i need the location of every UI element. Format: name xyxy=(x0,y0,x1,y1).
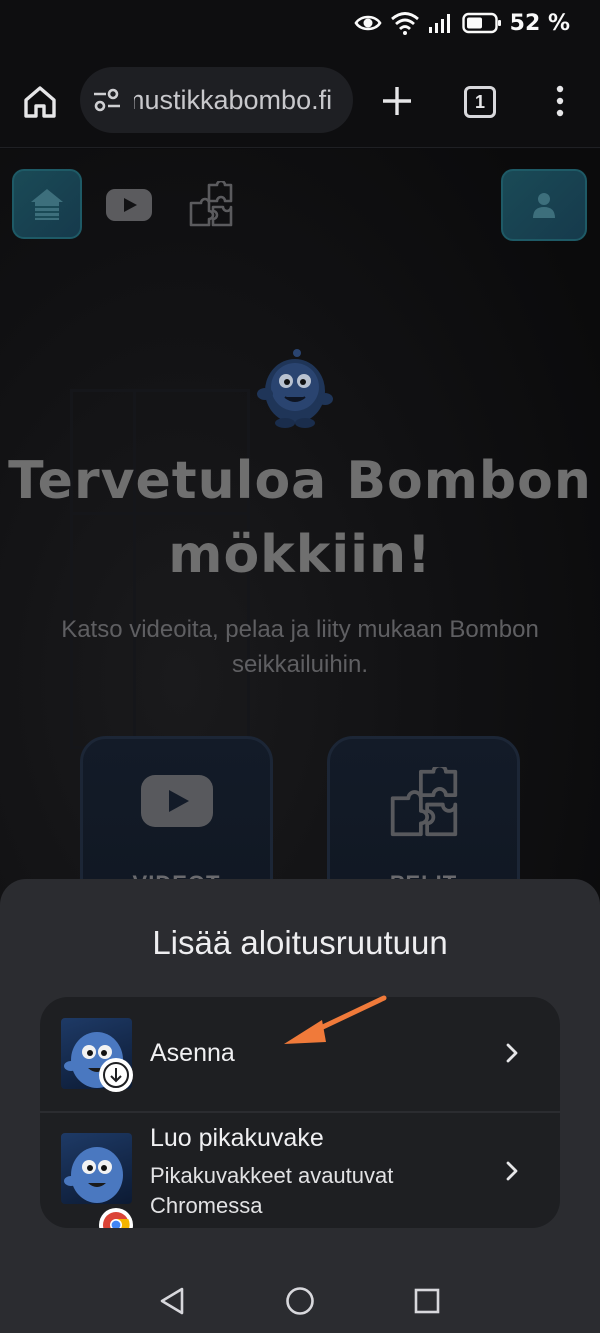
hero-subtitle-line2: seikkailuihin. xyxy=(231,651,369,678)
url-text: mustikkabombo.fi xyxy=(134,85,333,115)
eye-icon xyxy=(354,15,382,31)
nav-user-button[interactable] xyxy=(501,169,587,241)
annotation-arrow xyxy=(284,995,387,1044)
home-circle-icon[interactable] xyxy=(285,1286,315,1316)
create-shortcut-subtitle: Pikakuvakkeet avautuvat Chromessa xyxy=(150,1161,450,1221)
create-shortcut-option[interactable]: Luo pikakuvake Pikakuvakkeet avautuvat C… xyxy=(40,1113,560,1228)
video-icon xyxy=(140,775,213,827)
tune-icon[interactable] xyxy=(92,86,122,114)
signal-icon xyxy=(428,14,450,33)
status-bar: 52 % xyxy=(0,0,600,46)
address-bar[interactable]: mustikkabombo.fi xyxy=(80,67,353,133)
create-shortcut-subtitle-line1: Pikakuvakkeet avautuvat xyxy=(150,1163,394,1188)
app-icon xyxy=(61,1133,132,1204)
recents-icon[interactable] xyxy=(414,1288,440,1314)
chrome-icon xyxy=(103,1212,130,1228)
sheet-title: Lisää aloitusruutuun xyxy=(152,924,448,961)
battery-percentage: 52 % xyxy=(509,10,570,36)
status-icons: 52 % xyxy=(354,8,570,38)
video-icon[interactable] xyxy=(106,189,152,221)
create-shortcut-subtitle-line2: Chromessa xyxy=(150,1193,263,1218)
tabs-count: 1 xyxy=(474,91,485,112)
home-icon[interactable] xyxy=(20,82,60,122)
create-shortcut-title: Luo pikakuvake xyxy=(150,1124,324,1152)
browser-toolbar: mustikkabombo.fi 1 xyxy=(0,46,600,148)
plus-icon[interactable] xyxy=(380,84,414,118)
chevron-right-icon xyxy=(506,1161,518,1181)
mascot-thumb-icon xyxy=(64,1147,123,1203)
hero-title: Tervetuloa Bombon mökkiin! xyxy=(0,444,600,592)
hero-subtitle: Katso videoita, pelaa ja liity mukaan Bo… xyxy=(20,612,580,682)
puzzle-icon[interactable] xyxy=(187,181,235,229)
tabs-button[interactable]: 1 xyxy=(464,86,496,118)
puzzle-icon xyxy=(390,767,457,837)
url-text-container: mustikkabombo.fi xyxy=(134,67,353,133)
wifi-icon xyxy=(390,12,419,35)
hero-title-line1: Tervetuloa Bombon xyxy=(8,451,592,511)
mascot-bombo xyxy=(257,349,333,428)
hero-title-line2: mökkiin! xyxy=(168,525,432,585)
nav-home-button[interactable] xyxy=(12,169,82,239)
user-icon xyxy=(533,193,555,218)
hero-subtitle-line1: Katso videoita, pelaa ja liity mukaan Bo… xyxy=(61,616,539,643)
more-vert-icon[interactable] xyxy=(550,84,570,118)
download-icon xyxy=(103,1062,129,1088)
chrome-badge xyxy=(99,1208,133,1228)
cabin-icon xyxy=(31,189,63,220)
install-option-title: Asenna xyxy=(150,1039,235,1067)
system-nav-bar xyxy=(0,1262,600,1333)
download-badge xyxy=(99,1058,133,1092)
battery-icon xyxy=(461,12,501,34)
back-icon[interactable] xyxy=(158,1286,186,1316)
chevron-right-icon xyxy=(506,1043,518,1063)
